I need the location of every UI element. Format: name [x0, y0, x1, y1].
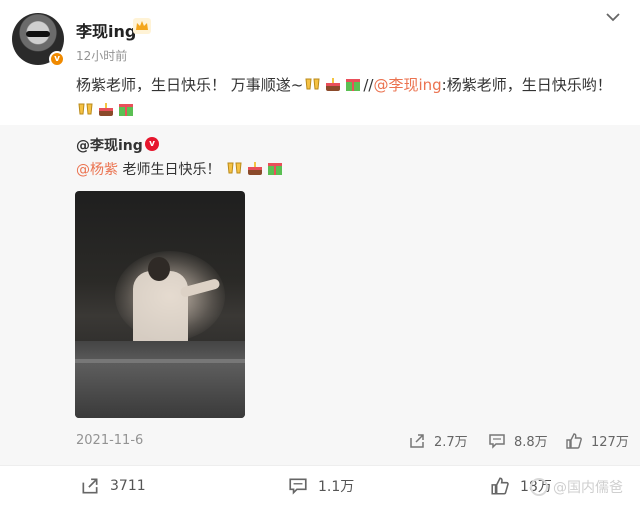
divider	[0, 465, 640, 466]
repost-separator: //	[363, 76, 374, 94]
gift-emoji-icon	[119, 104, 133, 116]
verified-badge-icon: v	[49, 51, 65, 67]
comment-icon	[289, 478, 307, 495]
repost-body: 老师生日快乐！	[118, 162, 221, 178]
photo-head	[148, 257, 170, 281]
repost-mention[interactable]: @杨紫	[76, 162, 118, 178]
repost-share-button[interactable]: 2.7万	[408, 431, 468, 450]
cheers-emoji-icon	[305, 78, 320, 90]
photo-car	[75, 341, 245, 418]
repost-like-button[interactable]: 127万	[565, 431, 629, 450]
watermark: @国内儒爸	[530, 477, 623, 497]
repost-comment-count: 8.8万	[514, 435, 548, 450]
repost-text: @杨紫 老师生日快乐！	[76, 159, 285, 181]
mention-link[interactable]: @李现ing	[373, 76, 441, 94]
comment-button[interactable]: 1.1万	[288, 476, 354, 496]
post-text-part1: 杨紫老师，生日快乐！ 万事顺遂~	[76, 76, 304, 94]
gift-emoji-icon	[267, 163, 282, 175]
thumbs-up-icon	[491, 477, 509, 495]
share-icon	[82, 478, 98, 494]
repost-date: 2021-11-6	[76, 433, 144, 448]
repost-card[interactable]: @李现ing v @杨紫 老师生日快乐！ 2021-11-6 2.7万 8.8万…	[0, 125, 640, 465]
photo-person	[133, 271, 188, 346]
cheers-emoji-icon	[78, 103, 93, 115]
repost-like-count: 127万	[591, 435, 629, 450]
watermark-logo-icon	[530, 478, 548, 496]
cheers-emoji-icon	[227, 162, 242, 174]
watermark-text: @国内儒爸	[553, 480, 623, 496]
thumbs-up-icon	[566, 432, 582, 449]
post-time: 12小时前	[76, 49, 128, 63]
glasses-shape	[26, 31, 50, 37]
share-button[interactable]: 3711	[80, 476, 146, 496]
share-icon	[410, 433, 424, 448]
repost-share-count: 2.7万	[434, 435, 468, 450]
cake-emoji-icon	[247, 162, 262, 175]
chevron-down-icon[interactable]	[606, 12, 620, 22]
repost-verified-icon: v	[145, 137, 159, 151]
repost-author[interactable]: @李现ing	[76, 135, 143, 155]
repost-comment-button[interactable]: 8.8万	[488, 431, 548, 450]
cake-emoji-icon	[326, 78, 341, 91]
post-text-part2: :杨紫老师，生日快乐哟！	[441, 76, 612, 94]
repost-photo[interactable]	[75, 191, 245, 418]
comment-icon	[489, 433, 505, 449]
post-text: 杨紫老师，生日快乐！ 万事顺遂~ //@李现ing:杨紫老师，生日快乐哟！	[76, 73, 624, 123]
comment-count: 1.1万	[318, 479, 355, 495]
cake-emoji-icon	[99, 103, 113, 116]
share-count: 3711	[110, 478, 146, 494]
username[interactable]: 李现ing	[76, 18, 136, 42]
gift-emoji-icon	[346, 79, 361, 91]
photo-car-trim	[75, 359, 245, 363]
crown-icon	[133, 18, 151, 34]
